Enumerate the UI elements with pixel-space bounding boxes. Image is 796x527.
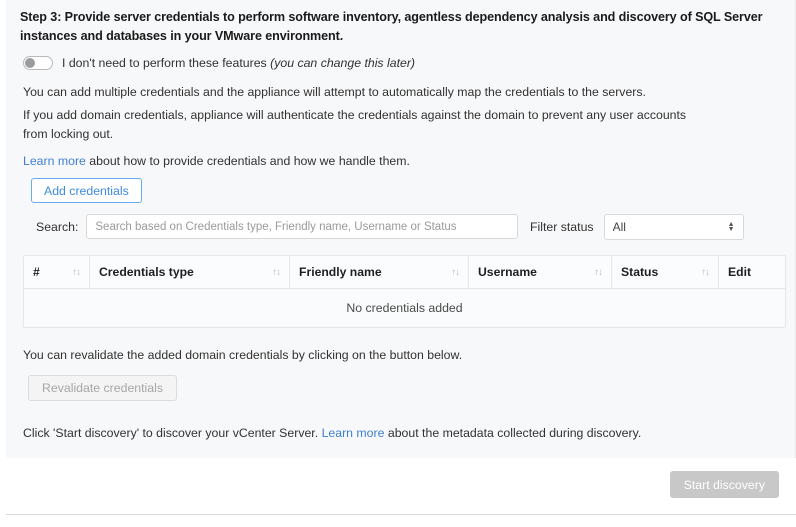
column-header-edit: Edit — [719, 256, 785, 288]
toggle-label-text: I don't need to perform these features — [62, 56, 271, 70]
column-header-friendly-name-label: Friendly name — [299, 265, 382, 279]
search-row: Search: — [36, 214, 519, 239]
toggle-knob-icon — [25, 58, 35, 68]
skip-features-toggle-row[interactable]: I don't need to perform these features (… — [23, 56, 415, 70]
info-paragraph-domain-credentials: If you add domain credentials, appliance… — [23, 108, 687, 141]
credentials-table-empty-state: No credentials added — [24, 289, 785, 327]
credentials-setup-page: Step 3: Provide server credentials to pe… — [0, 0, 796, 527]
revalidate-credentials-button[interactable]: Revalidate credentials — [28, 375, 177, 401]
sort-icon[interactable]: ↑↓ — [595, 267, 603, 278]
filter-status-label: Filter status — [530, 220, 594, 234]
filter-status-select-wrap[interactable]: All ▲ ▼ — [603, 214, 744, 240]
credentials-table-header: # ↑↓ Credentials type ↑↓ Friendly name ↑… — [24, 256, 785, 289]
start-discovery-button[interactable]: Start discovery — [669, 471, 779, 498]
page-footer: Start discovery — [6, 458, 796, 515]
search-label: Search: — [36, 219, 79, 234]
column-header-friendly-name[interactable]: Friendly name ↑↓ — [290, 256, 469, 288]
toggle-label-hint: (you can change this later) — [270, 56, 416, 70]
sort-icon[interactable]: ↑↓ — [452, 267, 460, 278]
column-header-username[interactable]: Username ↑↓ — [469, 256, 612, 288]
credentials-table: # ↑↓ Credentials type ↑↓ Friendly name ↑… — [23, 255, 786, 328]
discovery-text-before: Click 'Start discovery' to discover your… — [23, 426, 322, 440]
column-header-username-label: Username — [478, 265, 537, 279]
sort-icon[interactable]: ↑↓ — [273, 267, 281, 278]
learn-more-credentials-link[interactable]: Learn more — [23, 154, 86, 168]
column-header-index-label: # — [33, 265, 40, 279]
column-header-index[interactable]: # ↑↓ — [24, 256, 90, 288]
content-panel: Step 3: Provide server credentials to pe… — [6, 0, 796, 458]
revalidate-description: You can revalidate the added domain cred… — [23, 348, 463, 362]
info-paragraph-credentials-mapping: You can add multiple credentials and the… — [23, 85, 646, 99]
add-credentials-button[interactable]: Add credentials — [31, 178, 142, 203]
search-input[interactable] — [86, 214, 519, 239]
page-title: Step 3: Provide server credentials to pe… — [20, 10, 763, 43]
column-header-credentials-type[interactable]: Credentials type ↑↓ — [90, 256, 290, 288]
discovery-description: Click 'Start discovery' to discover your… — [23, 426, 641, 440]
info-paragraph-learn-more: Learn more about how to provide credenti… — [23, 152, 723, 171]
filter-status-row: Filter status All ▲ ▼ — [530, 214, 744, 240]
skip-features-toggle-label: I don't need to perform these features (… — [62, 56, 415, 70]
column-header-status[interactable]: Status ↑↓ — [612, 256, 719, 288]
learn-more-credentials-text: about how to provide credentials and how… — [85, 154, 410, 168]
sort-icon[interactable]: ↑↓ — [702, 267, 710, 278]
sort-icon[interactable]: ↑↓ — [73, 267, 81, 278]
column-header-credentials-type-label: Credentials type — [99, 265, 194, 279]
learn-more-discovery-link[interactable]: Learn more — [322, 426, 385, 440]
skip-features-toggle[interactable] — [23, 56, 53, 70]
discovery-text-after: about the metadata collected during disc… — [384, 426, 642, 440]
filter-status-select[interactable]: All — [603, 214, 744, 240]
column-header-edit-label: Edit — [728, 265, 752, 279]
column-header-status-label: Status — [621, 265, 659, 279]
